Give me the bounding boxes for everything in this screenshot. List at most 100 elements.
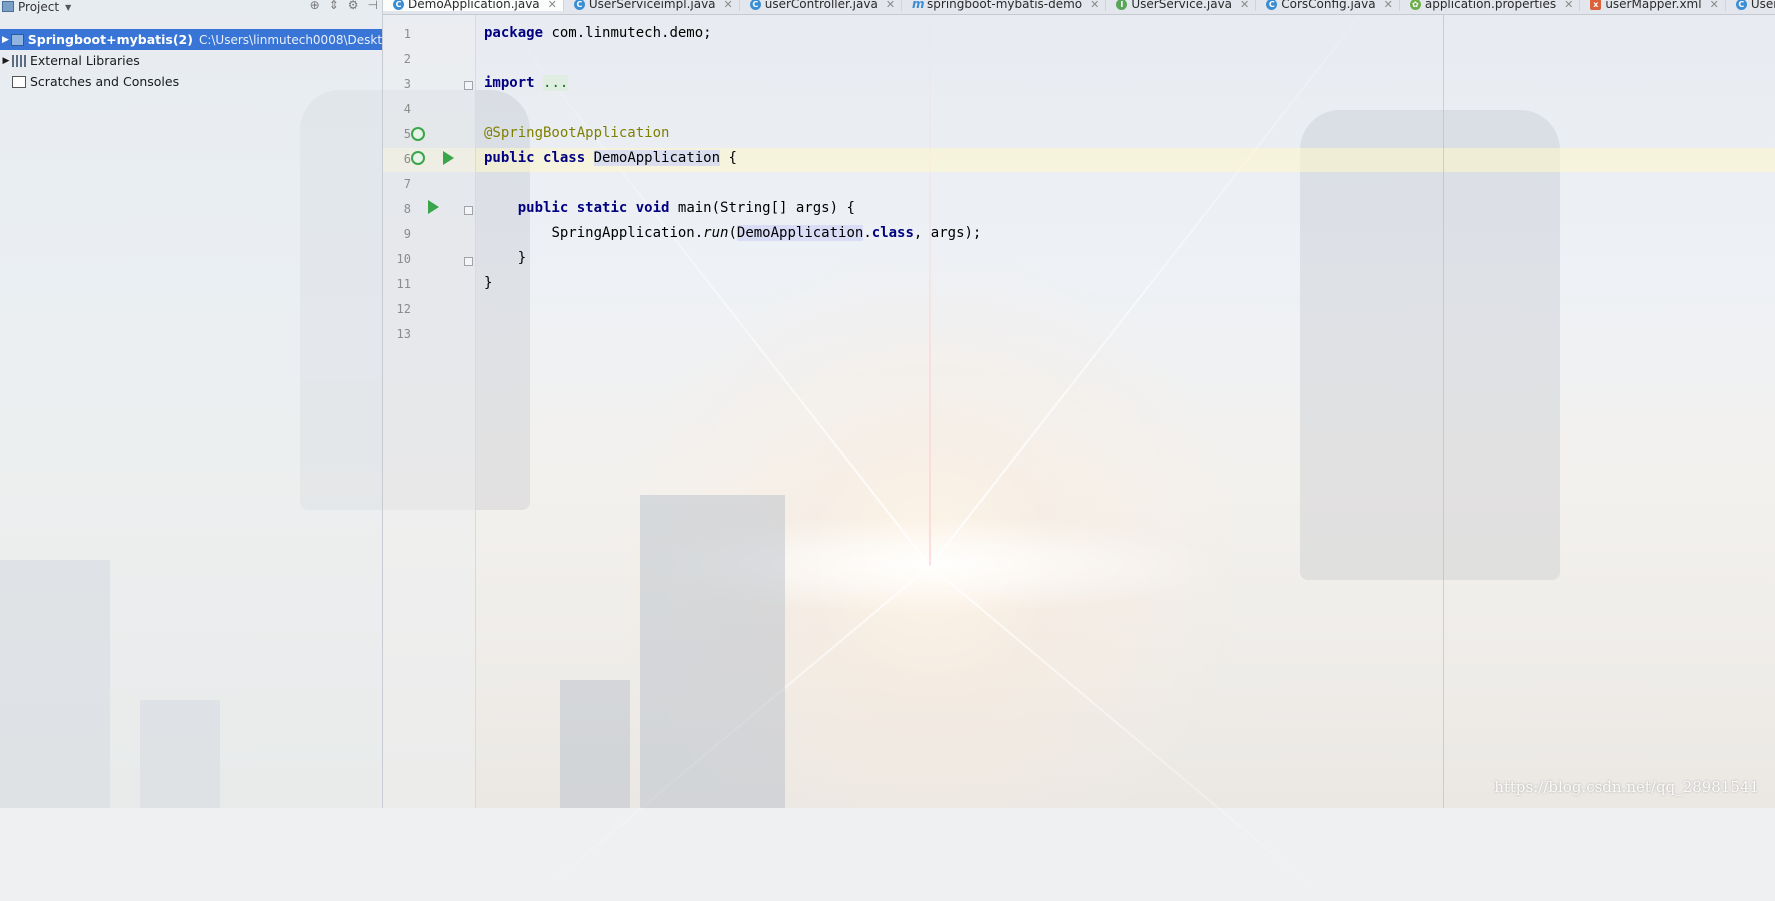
chevron-down-icon[interactable]: ▼ [65, 3, 71, 12]
close-icon[interactable]: ✕ [724, 0, 733, 11]
tab-label: User.java [1750, 0, 1775, 11]
code-text: com.linmutech.demo; [543, 25, 712, 41]
tab-springboot-mybatis-demo[interactable]: m springboot-mybatis-demo ✕ [902, 0, 1107, 11]
line-number: 11 [396, 277, 411, 291]
editor-tab-bar: C DemoApplication.java ✕ C UserServiceim… [383, 0, 1775, 15]
code-line-3: import ... [484, 75, 569, 91]
keyword: package [484, 25, 544, 41]
tree-item-project-root[interactable]: ▶ Springboot+mybatis(2) C:\Users\linmute… [0, 29, 382, 50]
tab-label: CorsConfig.java [1281, 0, 1376, 11]
tab-user-mapper-xml[interactable]: x userMapper.xml ✕ [1580, 0, 1726, 11]
line-number: 6 [403, 152, 411, 166]
project-panel-title: Project [18, 0, 60, 14]
close-icon[interactable]: ✕ [548, 0, 557, 11]
collapse-all-icon[interactable]: ⇕ [329, 0, 339, 12]
code-text: SpringApplication. [551, 225, 704, 241]
fold-icon[interactable] [464, 257, 473, 266]
run-icon[interactable] [428, 200, 439, 214]
close-icon[interactable]: ✕ [1384, 0, 1393, 11]
code-line-1: package com.linmutech.demo; [484, 25, 712, 41]
xml-icon: x [1590, 0, 1602, 10]
tree-item-label: External Libraries [30, 53, 140, 68]
tab-label: DemoApplication.java [408, 0, 540, 11]
code-line-6: @SpringBootApplication [484, 125, 669, 141]
scratch-icon [12, 75, 26, 88]
tab-application-properties[interactable]: ✿ application.properties ✕ [1400, 0, 1581, 11]
spring-bean-icon[interactable] [411, 151, 425, 165]
project-icon [2, 0, 14, 12]
tree-item-label: Springboot+mybatis(2) [27, 32, 193, 47]
expand-arrow-icon[interactable]: ▶ [0, 35, 11, 45]
line-number: 7 [403, 177, 411, 191]
spring-bean-icon[interactable] [411, 127, 425, 141]
editor-gutter: 1 2 3 4 5 6 7 8 9 10 11 12 13 [383, 15, 476, 808]
keyword: public [484, 150, 535, 166]
code-text: } [517, 250, 527, 266]
keyword: import [484, 75, 535, 91]
annotation: @SpringBootApplication [484, 125, 670, 141]
tab-user-serviceimpl[interactable]: C UserServiceimpl.java ✕ [564, 0, 740, 11]
line-number: 5 [403, 127, 411, 141]
fold-icon[interactable] [464, 206, 473, 215]
watermark: https://blog.csdn.net/qq_28981541 [1494, 778, 1759, 796]
close-icon[interactable]: ✕ [1240, 0, 1249, 11]
code-line-10: SpringApplication.run(DemoApplication.cl… [484, 225, 981, 241]
class-reference: DemoApplication [736, 225, 864, 241]
interface-icon: I [1116, 0, 1128, 10]
close-icon[interactable]: ✕ [1564, 0, 1573, 11]
class-icon: C [749, 0, 761, 10]
folded-imports[interactable]: ... [543, 75, 569, 91]
code-line-9: public static void main(String[] args) { [484, 200, 855, 216]
project-folder-icon [10, 33, 24, 46]
class-icon: C [573, 0, 585, 10]
line-number: 12 [396, 302, 411, 316]
code-text: } [484, 275, 493, 291]
maven-icon: m [912, 0, 925, 11]
fold-icon[interactable] [464, 81, 473, 90]
project-tool-window: Project ▼ ⊕ ⇕ ⚙ ⊣ ▶ Springboot+mybatis(2… [0, 0, 383, 808]
tab-label: springboot-mybatis-demo [927, 0, 1083, 11]
tab-label: application.properties [1424, 0, 1557, 11]
code-text: , args); [913, 225, 982, 241]
code-line-12: } [484, 275, 492, 291]
tab-label: UserService.java [1131, 0, 1233, 11]
gear-icon[interactable]: ⚙ [348, 0, 359, 12]
tree-item-label: Scratches and Consoles [30, 74, 180, 89]
tab-demo-application[interactable]: C DemoApplication.java ✕ [383, 0, 564, 11]
tab-cors-config[interactable]: C CorsConfig.java ✕ [1256, 0, 1400, 11]
code-line-7: public class DemoApplication { [484, 150, 737, 166]
tab-user-java[interactable]: C User.java [1726, 0, 1775, 11]
close-icon[interactable]: ✕ [1710, 0, 1719, 11]
close-icon[interactable]: ✕ [886, 0, 895, 11]
tab-user-controller[interactable]: C userController.java ✕ [740, 0, 903, 11]
keyword: class [543, 150, 586, 166]
tree-item-external-libraries[interactable]: ▶ External Libraries [0, 50, 382, 71]
line-number: 2 [403, 52, 411, 66]
line-number: 1 [403, 27, 411, 41]
spring-class-icon: C [393, 0, 404, 10]
line-number: 13 [396, 327, 411, 341]
tree-item-path: C:\Users\linmutech0008\Desktop\ [198, 32, 383, 47]
close-icon[interactable]: ✕ [1090, 0, 1099, 11]
line-number: 4 [403, 102, 411, 116]
tab-user-service[interactable]: I UserService.java ✕ [1106, 0, 1257, 11]
keyword: class [871, 225, 914, 241]
tree-item-scratches[interactable]: Scratches and Consoles [0, 71, 382, 92]
class-icon: C [1266, 0, 1278, 10]
code-line-11: } [484, 250, 526, 266]
line-number: 10 [396, 252, 411, 266]
class-name: DemoApplication [593, 150, 721, 166]
keyword: public [517, 200, 569, 216]
project-panel-header[interactable]: Project ▼ ⊕ ⇕ ⚙ ⊣ [0, 0, 382, 14]
locate-icon[interactable]: ⊕ [310, 0, 320, 12]
code-editor[interactable]: package com.linmutech.demo; import ... @… [476, 15, 1775, 808]
tab-label: userController.java [764, 0, 878, 11]
expand-arrow-icon[interactable]: ▶ [0, 56, 12, 66]
panel-toolbar: ⊕ ⇕ ⚙ ⊣ [310, 0, 378, 12]
method-name: run [703, 225, 729, 241]
run-icon[interactable] [443, 151, 454, 165]
hide-panel-icon[interactable]: ⊣ [368, 0, 378, 12]
line-number: 3 [403, 77, 411, 91]
keyword: void [635, 200, 670, 216]
code-text: { [720, 150, 737, 166]
